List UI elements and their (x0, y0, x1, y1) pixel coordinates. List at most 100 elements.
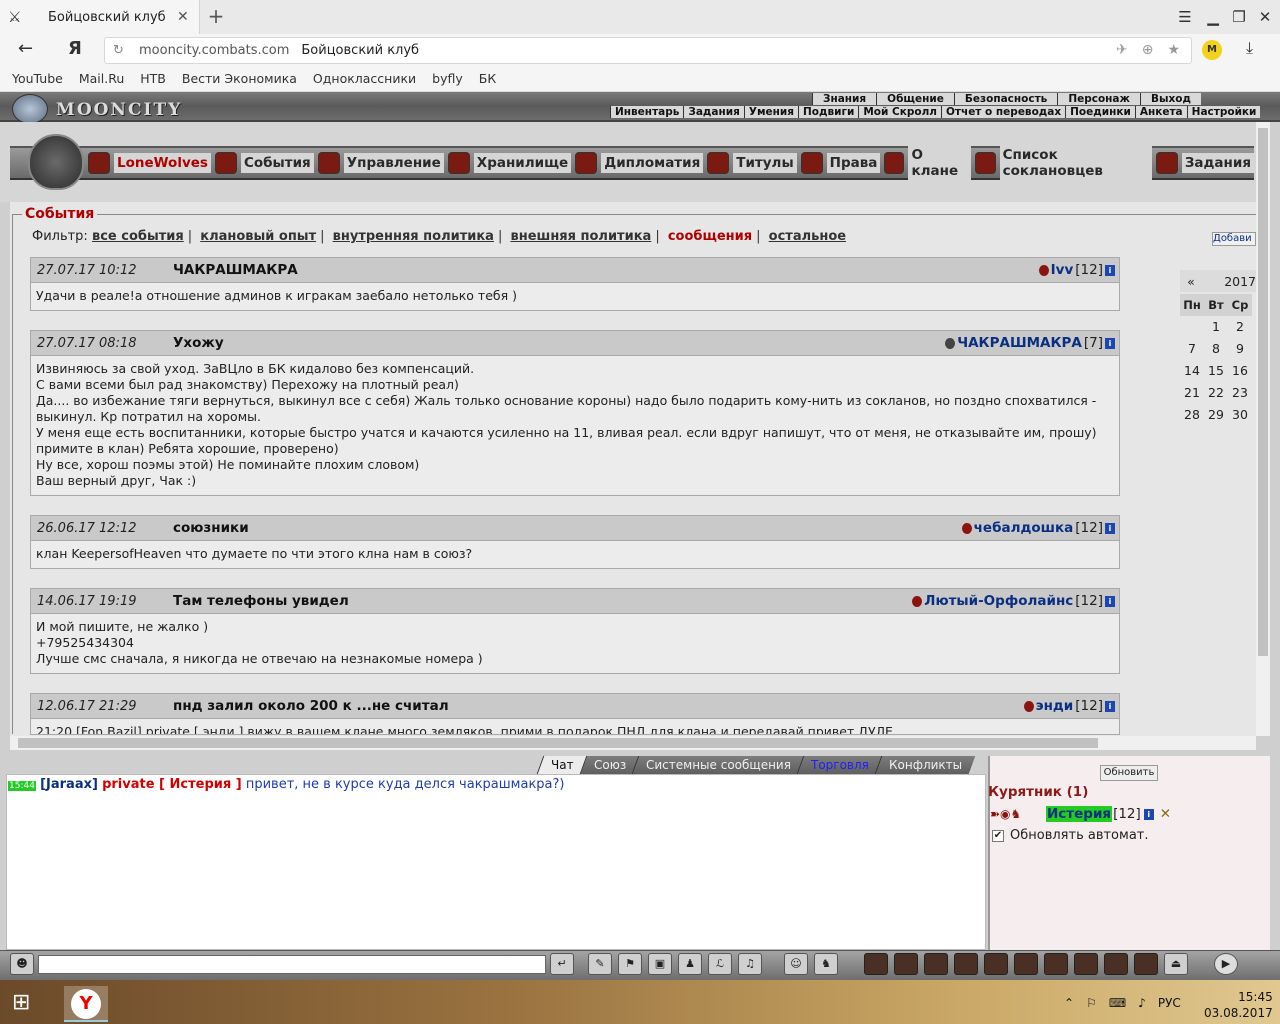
back-button[interactable]: ← (18, 38, 33, 59)
autorefresh-option[interactable]: ✔ Обновлять автомат. (992, 828, 1149, 843)
filter-icon[interactable]: ⚑ (618, 953, 642, 975)
tab-trade[interactable]: Торговля (796, 756, 882, 774)
nav-settings[interactable]: Настройки (1186, 106, 1261, 118)
clan-menu-events[interactable]: События (211, 148, 314, 178)
nav-inventory[interactable]: Инвентарь (610, 106, 684, 118)
swords-icon[interactable]: ✕ (1160, 806, 1171, 822)
calendar-day[interactable]: 16 (1228, 360, 1252, 382)
filter-messages[interactable]: сообщения (668, 229, 752, 244)
bookmark-ok[interactable]: Одноклассники (313, 71, 416, 86)
clan-menu-storage[interactable]: Хранилище (444, 148, 572, 178)
message-author[interactable]: чебалдошка (974, 520, 1074, 536)
action-icon-4[interactable] (954, 953, 978, 975)
star-icon[interactable]: ★ (1167, 42, 1180, 58)
action-icon-5[interactable] (984, 953, 1008, 975)
smile-face-icon[interactable]: ☻ (10, 953, 34, 975)
message-author[interactable]: Ivv (1051, 262, 1074, 278)
info-icon[interactable]: i (1143, 808, 1154, 820)
info-icon[interactable]: i (1105, 522, 1115, 534)
calendar-day[interactable]: 9 (1228, 338, 1252, 360)
chat-nick[interactable]: [Jaraax] (40, 777, 98, 792)
clan-menu-management[interactable]: Управление (314, 148, 444, 178)
action-icon-1[interactable] (864, 953, 888, 975)
message-author[interactable]: ЧАКРАШМАКРА (957, 335, 1082, 351)
clan-menu-about[interactable]: О клане (880, 145, 972, 181)
chat-private[interactable]: private [ Истерия ] (102, 777, 242, 792)
smiley-icon[interactable]: ☺ (784, 953, 808, 975)
action-icon-8[interactable] (1074, 953, 1098, 975)
bookmark-youtube[interactable]: YouTube (12, 71, 63, 86)
calendar-day[interactable]: 8 (1204, 338, 1228, 360)
windows-start-icon[interactable]: ⊞ (12, 990, 30, 1015)
message-author[interactable]: Лютый-Орфолайнс (924, 593, 1073, 609)
vertical-scroll-thumb[interactable] (1258, 128, 1268, 656)
filter-external[interactable]: внешняя политика (510, 229, 651, 244)
calendar-day[interactable]: 2 (1228, 316, 1252, 338)
filter-all[interactable]: все события (92, 229, 184, 244)
exit-icon[interactable]: ⏏ (1164, 953, 1188, 975)
filter-clan-exp[interactable]: клановый опыт (200, 229, 316, 244)
minimize-icon[interactable]: ▁ (1202, 6, 1224, 28)
tab-chat[interactable]: Чат (536, 756, 587, 774)
bookmark-byfly[interactable]: byfly (432, 71, 463, 86)
protect-icon[interactable]: ⊕ (1142, 42, 1154, 58)
sound-icon[interactable]: ♫ (738, 953, 762, 975)
filter-other[interactable]: остальное (769, 229, 846, 244)
send-icon[interactable]: ↵ (550, 953, 574, 975)
action-icon-7[interactable] (1044, 953, 1068, 975)
eraser-icon[interactable]: ✎ (588, 953, 612, 975)
nav-security[interactable]: Безопасность (953, 93, 1058, 105)
nav-knowledge[interactable]: Знания (812, 93, 877, 105)
action-icon-10[interactable] (1134, 953, 1158, 975)
action-icon-9[interactable] (1104, 953, 1128, 975)
autorefresh-checkbox[interactable]: ✔ (992, 829, 1004, 842)
info-icon[interactable]: i (1105, 595, 1115, 607)
tray-up-icon[interactable]: ⌃ (1064, 996, 1074, 1010)
language-indicator[interactable]: РУС (1158, 996, 1181, 1010)
close-icon[interactable]: ✕ (177, 9, 199, 25)
calendar-day[interactable]: 22 (1204, 382, 1228, 404)
tab-conflicts[interactable]: Конфликты (874, 756, 976, 774)
nav-my-scroll[interactable]: Мой Скролл (858, 106, 941, 118)
new-tab-button[interactable]: + (204, 4, 228, 28)
info-icon[interactable]: i (1105, 700, 1115, 712)
network-icon[interactable]: ⌨ (1109, 996, 1126, 1010)
chat-input[interactable] (38, 955, 546, 974)
nav-quests[interactable]: Задания (683, 106, 744, 118)
yandex-logo[interactable]: Я (68, 38, 82, 59)
save-icon[interactable]: ▣ (648, 953, 672, 975)
clan-menu-titles[interactable]: Титулы (703, 148, 797, 178)
calendar-day[interactable]: 1 (1204, 316, 1228, 338)
window-close-icon[interactable]: ✕ (1254, 6, 1276, 28)
nav-skills[interactable]: Умения (743, 106, 799, 118)
add-button[interactable]: Добави (1212, 232, 1256, 246)
clan-menu-members[interactable]: Список соклановцев (971, 145, 1152, 181)
action-icon-6[interactable] (1014, 953, 1038, 975)
nav-exit[interactable]: Выход (1139, 93, 1201, 105)
info-icon[interactable]: i (1105, 264, 1115, 276)
profile-avatar[interactable]: M (1202, 40, 1222, 60)
message-author[interactable]: энди (1036, 698, 1074, 714)
calendar-day[interactable]: 7 (1180, 338, 1204, 360)
action-icon-2[interactable] (894, 953, 918, 975)
action-icon-3[interactable] (924, 953, 948, 975)
url-field[interactable]: ↻ mooncity.combats.com Бойцовский клуб (104, 37, 1192, 64)
nav-feats[interactable]: Подвиги (798, 106, 859, 118)
nav-character[interactable]: Персонаж (1057, 93, 1140, 105)
taskbar-clock[interactable]: 15:45 03.08.2017 (1204, 989, 1273, 1021)
horizontal-scroll-thumb[interactable] (18, 738, 1098, 748)
refresh-button[interactable]: Обновить (1100, 765, 1158, 781)
calendar-day[interactable]: 28 (1180, 404, 1204, 426)
reload-icon[interactable]: ↻ (113, 43, 133, 58)
online-user-name[interactable]: Истерия (1046, 806, 1113, 822)
nav-communication[interactable]: Общение (876, 93, 954, 105)
person-icon[interactable]: ♟ (678, 953, 702, 975)
tab-union[interactable]: Союз (579, 756, 640, 774)
clan-menu-diplomacy[interactable]: Дипломатия (571, 148, 704, 178)
bookmark-mailru[interactable]: Mail.Ru (79, 71, 124, 86)
translit-icon[interactable]: ℒ (708, 953, 732, 975)
nav-transfer-report[interactable]: Отчет о переводах (940, 106, 1066, 118)
horse-icon[interactable]: ♞ (814, 953, 838, 975)
filter-internal[interactable]: внутренняя политика (333, 229, 494, 244)
download-icon[interactable]: ⤓ (1246, 38, 1253, 58)
